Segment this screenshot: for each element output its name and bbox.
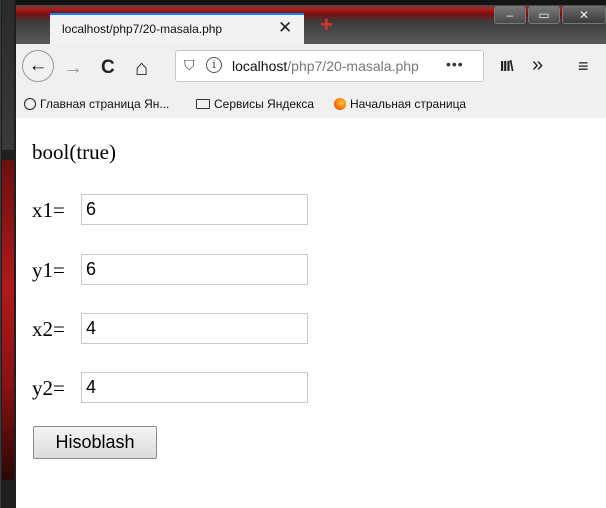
field-label: x2= [32,317,65,341]
address-bar[interactable]: ⛉ i localhost/php7/20-masala.php ••• [175,50,484,82]
bookmark-yandex-services[interactable]: Сервисы Яндекса [196,97,314,111]
forward-button[interactable]: → [63,56,83,80]
site-info-icon[interactable]: i [206,57,222,73]
title-bar-edge [16,0,606,5]
page-content: bool(true) x1= 6 y1= 6 x2= 4 y2= 4 Hisob… [16,118,606,508]
tab-active[interactable]: localhost/php7/20-masala.php ✕ [50,13,304,44]
url-text[interactable]: localhost/php7/20-masala.php [232,58,419,74]
desktop-edge-top [2,0,14,150]
back-button[interactable]: ← [22,50,54,82]
url-path: /php7/20-masala.php [287,58,419,74]
overflow-menu-icon[interactable]: » [532,54,543,77]
hisoblash-button[interactable]: Hisoblash [33,426,157,459]
library-icon[interactable]: III\ [500,58,514,75]
back-arrow-icon: ← [28,55,48,76]
field-label: x1= [32,198,65,222]
window-controls: – ▭ ✕ [494,6,606,26]
tab-title: localhost/php7/20-masala.php [62,22,223,36]
tracking-shield-icon[interactable]: ⛉ [184,57,195,74]
desktop-wallpaper-strip [2,160,14,480]
reload-button[interactable]: C [101,56,115,80]
navigation-toolbar: ← → C ⌂ ⛉ i localhost/php7/20-masala.php… [16,44,606,92]
bookmark-label: Сервисы Яндекса [214,97,315,111]
maximize-button[interactable]: ▭ [528,6,560,24]
globe-icon [24,98,36,110]
bookmark-start-page[interactable]: Начальная страница [334,97,466,111]
bookmark-label: Начальная страница [350,97,467,111]
hamburger-menu-icon[interactable]: ≡ [578,56,589,77]
field-label: y1= [32,258,65,282]
browser-window: localhost/php7/20-masala.php ✕ + – ▭ ✕ ←… [0,0,606,508]
result-output: bool(true) [32,140,116,164]
home-button[interactable]: ⌂ [135,56,148,80]
x1-input[interactable]: 6 [81,194,308,225]
bookmarks-toolbar: Главная страница Ян... Сервисы Яндекса Н… [16,92,606,119]
close-window-button[interactable]: ✕ [562,6,606,24]
new-tab-icon[interactable]: + [320,12,333,38]
url-host: localhost [232,58,288,74]
page-actions-icon[interactable]: ••• [446,56,464,72]
y1-input[interactable]: 6 [81,254,308,285]
field-label: y2= [32,376,65,400]
x2-input[interactable]: 4 [81,313,308,344]
bookmark-label: Главная страница Ян... [40,97,170,111]
y2-input[interactable]: 4 [81,372,308,403]
close-tab-icon[interactable]: ✕ [278,18,292,38]
folder-icon [196,99,210,109]
firefox-icon [334,98,346,110]
minimize-button[interactable]: – [494,6,526,24]
bookmark-yandex-home[interactable]: Главная страница Ян... [24,97,169,111]
